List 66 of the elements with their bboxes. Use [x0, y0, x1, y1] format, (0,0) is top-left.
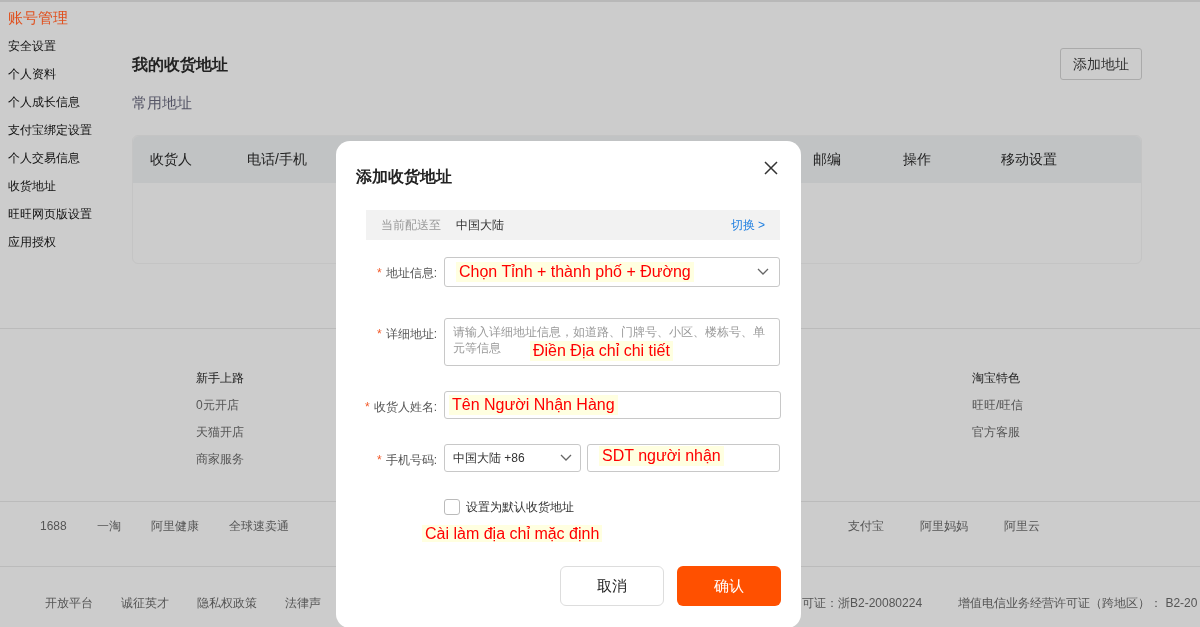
country-code-select[interactable]: 中国大陆 +86: [444, 444, 581, 472]
annotation-note: Tên Người Nhận Hàng: [449, 395, 618, 415]
annotation-note: Cài làm địa chỉ mặc định: [422, 525, 603, 542]
required-mark: *: [365, 400, 370, 414]
footer-link[interactable]: 开放平台: [45, 593, 93, 612]
footer-link[interactable]: 旺旺/旺信: [972, 395, 1024, 414]
sidebar-item[interactable]: 应用授权: [8, 228, 132, 256]
sidebar-item[interactable]: 个人交易信息: [8, 144, 132, 172]
footer-link[interactable]: 官方客服: [972, 422, 1024, 441]
address-select[interactable]: Chọn Tỉnh + thành phố + Đường: [444, 257, 780, 287]
footer-link[interactable]: 法律声: [285, 593, 321, 612]
footer-link[interactable]: 1688: [40, 516, 67, 535]
field-label: 手机号码:: [385, 453, 437, 467]
checkbox-label: 设置为默认收货地址: [466, 499, 574, 516]
sidebar-item[interactable]: 个人资料: [8, 60, 132, 88]
footer-link[interactable]: 阿里健康: [150, 516, 199, 535]
field-label: 地址信息:: [385, 266, 437, 280]
switch-region-link[interactable]: 切换 >: [730, 216, 765, 234]
footer-link[interactable]: 商家服务: [196, 449, 244, 468]
detail-address-field[interactable]: 请输入详细地址信息，如道路、门牌号、小区、楼栋号、单元等信息 Điền Địa chỉ chi tiết: [444, 318, 780, 366]
sidebar-title: 账号管理: [8, 8, 69, 28]
dialog-title: 添加收货地址: [356, 167, 452, 188]
footer-link[interactable]: 支付宝: [848, 516, 884, 535]
footer-link[interactable]: 隐私权政策: [197, 593, 257, 612]
annotation-note: SDT người nhận: [599, 446, 724, 466]
footer-heading: 淘宝特色: [972, 369, 1021, 387]
column-header: 邮编: [813, 149, 842, 169]
sidebar-item[interactable]: 收货地址: [8, 172, 132, 200]
required-mark: *: [377, 266, 382, 280]
add-address-button[interactable]: 添加地址: [1060, 48, 1142, 80]
field-label: 详细地址:: [385, 327, 437, 341]
column-header: 收货人: [149, 149, 193, 169]
footer-link[interactable]: 阿里妈妈: [920, 516, 968, 535]
column-header: 移动设置: [1001, 149, 1058, 169]
sidebar-item[interactable]: 旺旺网页版设置: [8, 200, 132, 228]
annotation-note: Chọn Tỉnh + thành phố + Đường: [456, 262, 694, 282]
delivery-label: 当前配送至: [381, 217, 441, 234]
page-title: 我的收货地址: [132, 55, 228, 76]
footer-link[interactable]: 0元开店: [196, 395, 244, 414]
footer-link[interactable]: 阿里云: [1004, 516, 1040, 535]
footer-link[interactable]: 全球速卖通: [228, 516, 289, 535]
recipient-name-field[interactable]: Tên Người Nhận Hàng: [444, 391, 781, 419]
required-mark: *: [377, 453, 382, 467]
footer-link[interactable]: 天猫开店: [196, 422, 244, 441]
license-text: 可证：浙B2-20080224: [802, 594, 923, 612]
footer-heading: 新手上路: [196, 369, 244, 387]
footer-link[interactable]: 一淘: [96, 516, 121, 535]
field-label: 收货人姓名:: [373, 400, 437, 414]
sidebar-item[interactable]: 支付宝绑定设置: [8, 116, 132, 144]
column-header: 电话/手机: [247, 149, 308, 169]
confirm-button[interactable]: 确认: [677, 566, 781, 606]
phone-number-field[interactable]: SDT người nhận: [587, 444, 780, 472]
section-title: 常用地址: [132, 93, 193, 113]
license-text: 增值电信业务经营许可证（跨地区）： B2-20: [958, 594, 1198, 612]
close-icon[interactable]: [764, 161, 778, 175]
sidebar-item[interactable]: 安全设置: [8, 32, 132, 60]
footer-link[interactable]: 诚征英才: [121, 593, 169, 612]
chevron-down-icon: [560, 454, 572, 462]
column-header: 操作: [903, 149, 932, 169]
sidebar-item[interactable]: 个人成长信息: [8, 88, 132, 116]
chevron-down-icon: [757, 268, 769, 276]
delivery-region: 中国大陆: [456, 217, 504, 234]
required-mark: *: [377, 327, 382, 341]
checkbox[interactable]: [444, 499, 460, 515]
cancel-button[interactable]: 取消: [560, 566, 664, 606]
annotation-note: Điền Địa chỉ chi tiết: [530, 341, 673, 361]
